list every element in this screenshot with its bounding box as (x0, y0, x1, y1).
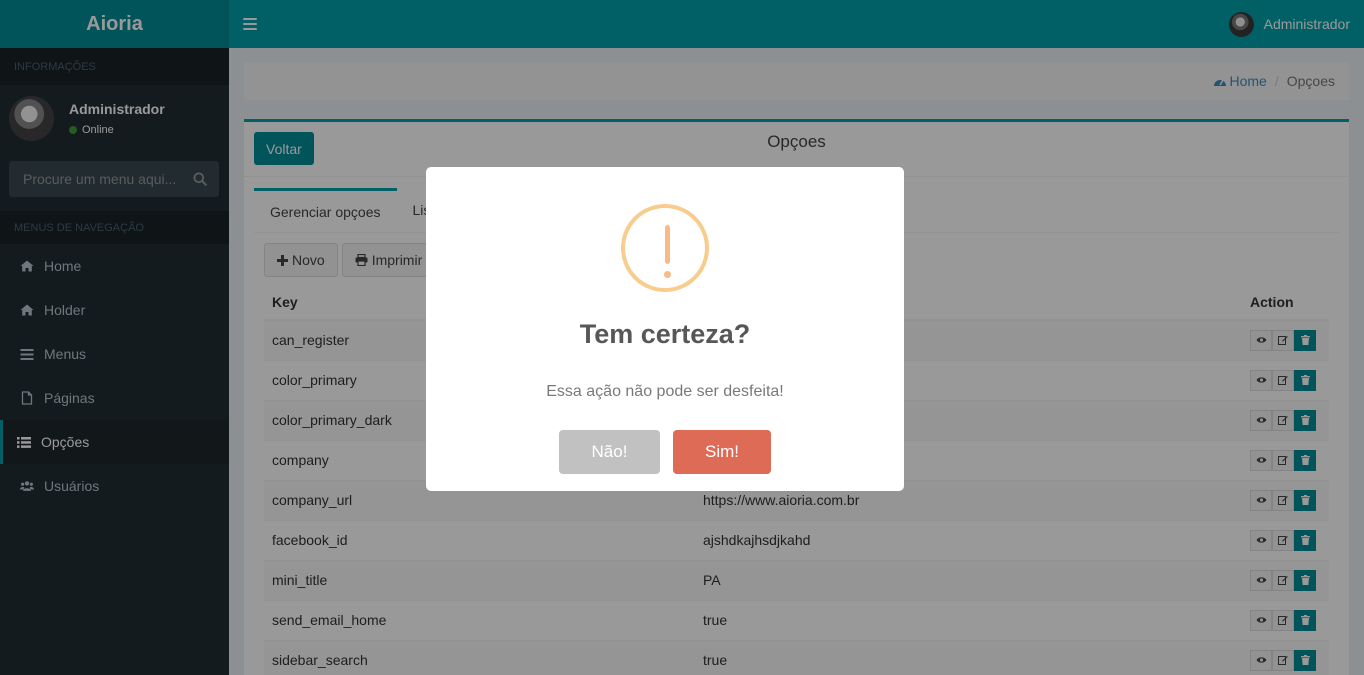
warning-icon (621, 204, 709, 292)
cancel-button[interactable]: Não! (559, 430, 660, 474)
confirm-dialog: Tem certeza? Essa ação não pode ser desf… (426, 167, 904, 491)
dialog-text: Essa ação não pode ser desfeita! (546, 383, 784, 400)
dialog-title: Tem certeza? (579, 319, 751, 349)
dialog-buttons: Não! Sim! (426, 430, 904, 474)
confirm-button[interactable]: Sim! (673, 430, 771, 474)
